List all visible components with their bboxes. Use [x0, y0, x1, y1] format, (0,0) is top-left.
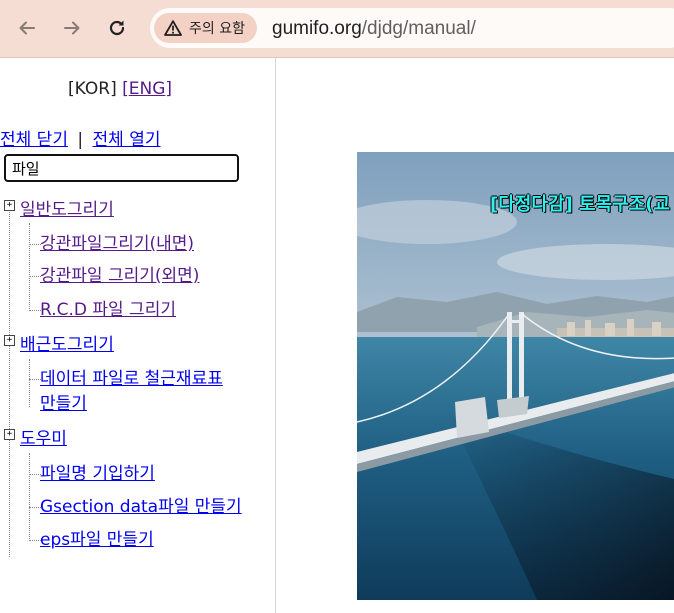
- tree-guide: [29, 359, 30, 407]
- tree-item[interactable]: 강관파일 그리기(외면): [40, 266, 199, 287]
- bracket: [: [68, 79, 75, 99]
- lang-kor: KOR: [74, 79, 111, 99]
- photo-title: [다정다감] 토목구조(교: [490, 194, 670, 215]
- expand-toggle-icon[interactable]: +: [4, 429, 15, 440]
- item-link[interactable]: eps파일 만들기: [40, 530, 154, 550]
- expand-toggle-icon[interactable]: +: [4, 200, 15, 211]
- tree-item[interactable]: 강관파일그리기(내면): [40, 234, 194, 255]
- arrow-left-icon: [19, 21, 35, 35]
- tree-item[interactable]: eps파일 만들기: [40, 530, 154, 551]
- tree-guide: [29, 453, 30, 541]
- warning-icon: [164, 20, 182, 36]
- url-text[interactable]: gumifo.org/djdg/manual/: [272, 18, 476, 40]
- lang-eng-link[interactable]: [ENG]: [122, 79, 172, 99]
- section-link[interactable]: 배근도그리기: [20, 335, 114, 355]
- browser-toolbar: 주의 요함 gumifo.org/djdg/manual/: [0, 0, 674, 58]
- security-chip-label: 주의 요함: [189, 21, 245, 37]
- expand-toggle-icon[interactable]: +: [4, 335, 15, 346]
- address-bar[interactable]: 주의 요함 gumifo.org/djdg/manual/: [150, 8, 674, 48]
- collapse-all-link[interactable]: 전체 닫기: [0, 130, 68, 150]
- arrow-right-icon: [64, 21, 80, 35]
- section-link[interactable]: 도우미: [20, 429, 67, 449]
- url-path: /djdg/manual/: [361, 18, 476, 39]
- forward-button[interactable]: [56, 12, 88, 44]
- tree-item[interactable]: R.C.D 파일 그리기: [40, 300, 176, 321]
- tree-guide: [9, 212, 10, 557]
- tree-guide: [29, 223, 30, 311]
- security-chip[interactable]: 주의 요함: [154, 13, 257, 43]
- search-input[interactable]: [4, 154, 239, 182]
- tree-item[interactable]: Gsection data파일 만들기: [40, 497, 242, 518]
- item-link[interactable]: 강관파일그리기(내면): [40, 234, 194, 254]
- item-link[interactable]: 파일명 기입하기: [40, 464, 155, 484]
- item-link[interactable]: 데이터 파일로 철근재료표: [40, 369, 223, 389]
- tree-toggles: 전체 닫기 | 전체 열기: [0, 125, 160, 150]
- toggle-separator: |: [77, 130, 84, 150]
- lang-eng-label: ENG: [128, 79, 166, 99]
- tree-item-continued[interactable]: 만들기: [40, 394, 87, 415]
- item-link[interactable]: 만들기: [40, 394, 87, 414]
- bridge-illustration: [357, 152, 674, 600]
- tree-item[interactable]: 파일명 기입하기: [40, 464, 155, 485]
- reload-icon: [109, 20, 125, 36]
- item-link[interactable]: Gsection data파일 만들기: [40, 497, 242, 517]
- bridge-photo: [다정다감] 토목구조(교: [357, 152, 674, 600]
- reload-button[interactable]: [101, 12, 133, 44]
- back-button[interactable]: [11, 12, 43, 44]
- tree-section[interactable]: 도우미: [20, 429, 67, 450]
- tree-item[interactable]: 데이터 파일로 철근재료표: [40, 369, 223, 390]
- section-link[interactable]: 일반도그리기: [20, 200, 114, 220]
- tree-section[interactable]: 배근도그리기: [20, 335, 114, 356]
- bracket: ]: [110, 79, 117, 99]
- toc-frame: [KOR] [ENG] 전체 닫기 | 전체 열기 + 일반도그리기 강관파일그…: [0, 58, 276, 613]
- expand-all-link[interactable]: 전체 열기: [93, 130, 161, 150]
- language-switch: [KOR] [ENG]: [68, 79, 172, 99]
- url-host: gumifo.org: [272, 18, 362, 39]
- tree-section[interactable]: 일반도그리기: [20, 200, 114, 221]
- item-link[interactable]: 강관파일 그리기(외면): [40, 266, 199, 286]
- item-link[interactable]: R.C.D 파일 그리기: [40, 300, 176, 320]
- content-frame: [다정다감] 토목구조(교: [276, 58, 674, 613]
